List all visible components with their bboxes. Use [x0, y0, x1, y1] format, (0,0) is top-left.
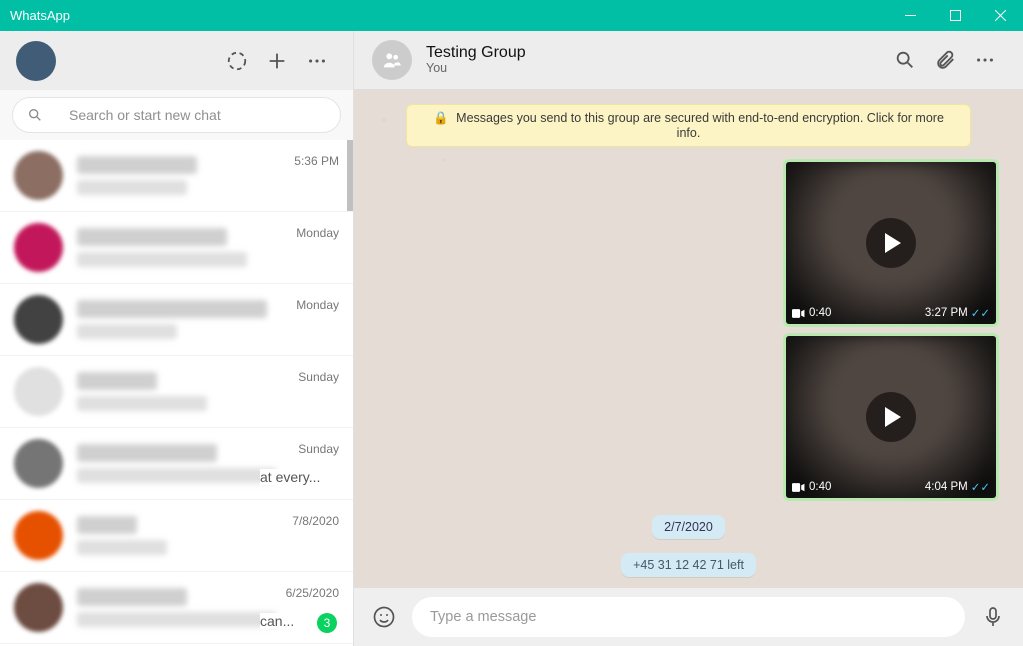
emoji-icon[interactable]: [368, 601, 400, 633]
chat-list-item[interactable]: 5:36 PM: [0, 140, 353, 212]
chat-time: Monday: [296, 298, 339, 312]
video-camera-icon: [792, 483, 805, 492]
window-maximize-button[interactable]: [933, 0, 978, 31]
unread-badge: 3: [317, 613, 337, 633]
video-message[interactable]: 0:40 3:27 PM ✓✓: [783, 159, 999, 327]
window-controls: [888, 0, 1023, 31]
read-ticks-icon: ✓✓: [971, 306, 990, 320]
system-message: +45 31 12 42 71 left: [378, 553, 999, 577]
message-timestamp: 3:27 PM ✓✓: [925, 306, 990, 320]
video-duration: 0:40: [792, 307, 831, 319]
left-panel: 5:36 PM Monday Monday Sunday at every...: [0, 31, 354, 646]
conversation-title: Testing Group: [426, 44, 526, 62]
my-avatar[interactable]: [16, 41, 56, 81]
read-ticks-icon: ✓✓: [971, 480, 990, 494]
composer-bar: [354, 588, 1023, 646]
system-pill: +45 31 12 42 71 left: [621, 553, 756, 577]
video-camera-icon: [792, 309, 805, 318]
chat-avatar: [14, 367, 63, 416]
message-input[interactable]: [412, 597, 965, 637]
chat-preview-suffix: at every...: [260, 469, 320, 485]
chat-list-item[interactable]: 7/8/2020: [0, 500, 353, 572]
title-bar: WhatsApp: [0, 0, 1023, 31]
chat-list-item[interactable]: Monday: [0, 284, 353, 356]
app-title: WhatsApp: [10, 8, 888, 23]
status-icon[interactable]: [217, 41, 257, 81]
search-input[interactable]: [69, 107, 326, 123]
message-row: 0:40 3:27 PM ✓✓: [378, 159, 999, 327]
conversation-header[interactable]: Testing Group You: [354, 31, 1023, 90]
video-message[interactable]: 0:40 4:04 PM ✓✓: [783, 333, 999, 501]
conversation-search-icon[interactable]: [885, 40, 925, 80]
chat-time: Sunday: [298, 442, 339, 456]
lock-icon: 🔒: [433, 111, 449, 126]
chat-list-item[interactable]: can... 3 6/25/2020: [0, 572, 353, 644]
chat-preview-suffix: can...: [260, 613, 294, 629]
chat-avatar: [14, 583, 63, 632]
chat-avatar: [14, 511, 63, 560]
chat-time: 6/25/2020: [286, 586, 339, 600]
chat-time: 5:36 PM: [294, 154, 339, 168]
chat-time: Monday: [296, 226, 339, 240]
date-pill: 2/7/2020: [652, 515, 725, 539]
encryption-banner[interactable]: 🔒 Messages you send to this group are se…: [406, 104, 971, 147]
chat-avatar: [14, 439, 63, 488]
play-icon[interactable]: [866, 392, 916, 442]
menu-icon[interactable]: [297, 41, 337, 81]
right-panel: Testing Group You 🔒 Messages you send to…: [354, 31, 1023, 646]
chat-avatar: [14, 223, 63, 272]
microphone-icon[interactable]: [977, 601, 1009, 633]
chat-list-item[interactable]: Sunday: [0, 356, 353, 428]
message-timestamp: 4:04 PM ✓✓: [925, 480, 990, 494]
search-bar: [0, 90, 353, 140]
new-chat-icon[interactable]: [257, 41, 297, 81]
window-close-button[interactable]: [978, 0, 1023, 31]
chat-list-item[interactable]: Monday: [0, 212, 353, 284]
chat-list[interactable]: 5:36 PM Monday Monday Sunday at every...: [0, 140, 353, 646]
chat-time: 7/8/2020: [292, 514, 339, 528]
search-icon: [27, 107, 43, 123]
attach-icon[interactable]: [925, 40, 965, 80]
search-box[interactable]: [12, 97, 341, 133]
chat-avatar: [14, 295, 63, 344]
conversation-subtitle: You: [426, 61, 526, 76]
window-minimize-button[interactable]: [888, 0, 933, 31]
chat-time: Sunday: [298, 370, 339, 384]
left-header: [0, 31, 353, 90]
conversation-menu-icon[interactable]: [965, 40, 1005, 80]
chat-avatar: [14, 151, 63, 200]
encryption-text: Messages you send to this group are secu…: [456, 111, 944, 140]
video-duration: 0:40: [792, 481, 831, 493]
message-row: 0:40 4:04 PM ✓✓: [378, 333, 999, 501]
chat-list-item[interactable]: at every... Sunday: [0, 428, 353, 500]
group-avatar-icon: [372, 40, 412, 80]
date-separator: 2/7/2020: [378, 515, 999, 539]
conversation-body[interactable]: 🔒 Messages you send to this group are se…: [354, 90, 1023, 588]
play-icon[interactable]: [866, 218, 916, 268]
